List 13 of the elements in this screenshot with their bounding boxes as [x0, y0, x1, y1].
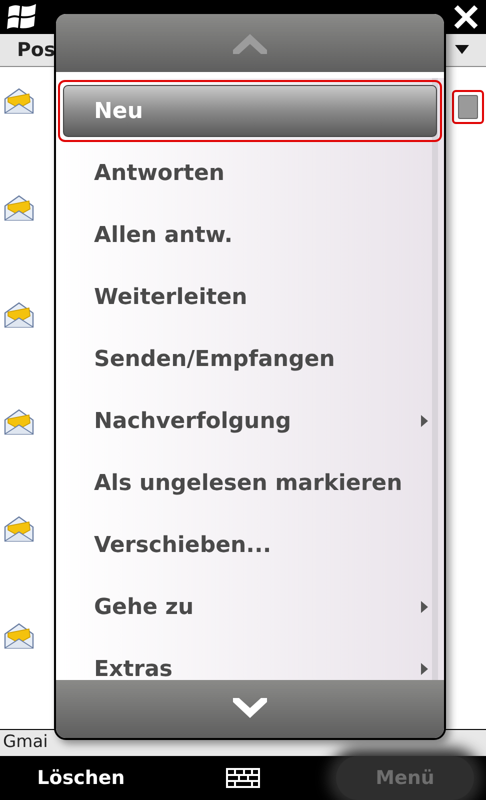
menu-item[interactable]: Verschieben... [58, 514, 442, 576]
softkey-button[interactable]: Löschen [21, 760, 141, 796]
menu-item[interactable]: Nachverfolgung [58, 390, 442, 452]
menu-item[interactable]: Neu [58, 80, 442, 142]
menu-item[interactable]: Senden/Empfangen [58, 328, 442, 390]
folder-title: Pos [17, 38, 56, 63]
status-text: Gmai [3, 731, 48, 754]
menu-item[interactable]: Als ungelesen markieren [58, 452, 442, 514]
menu-item[interactable]: Gehe zu [58, 576, 442, 638]
menu-item[interactable]: Allen antw. [58, 204, 442, 266]
menu-item[interactable]: Extras [58, 638, 442, 680]
menu-item[interactable]: Weiterleiten [58, 266, 442, 328]
menu-item[interactable]: Antworten [58, 142, 442, 204]
